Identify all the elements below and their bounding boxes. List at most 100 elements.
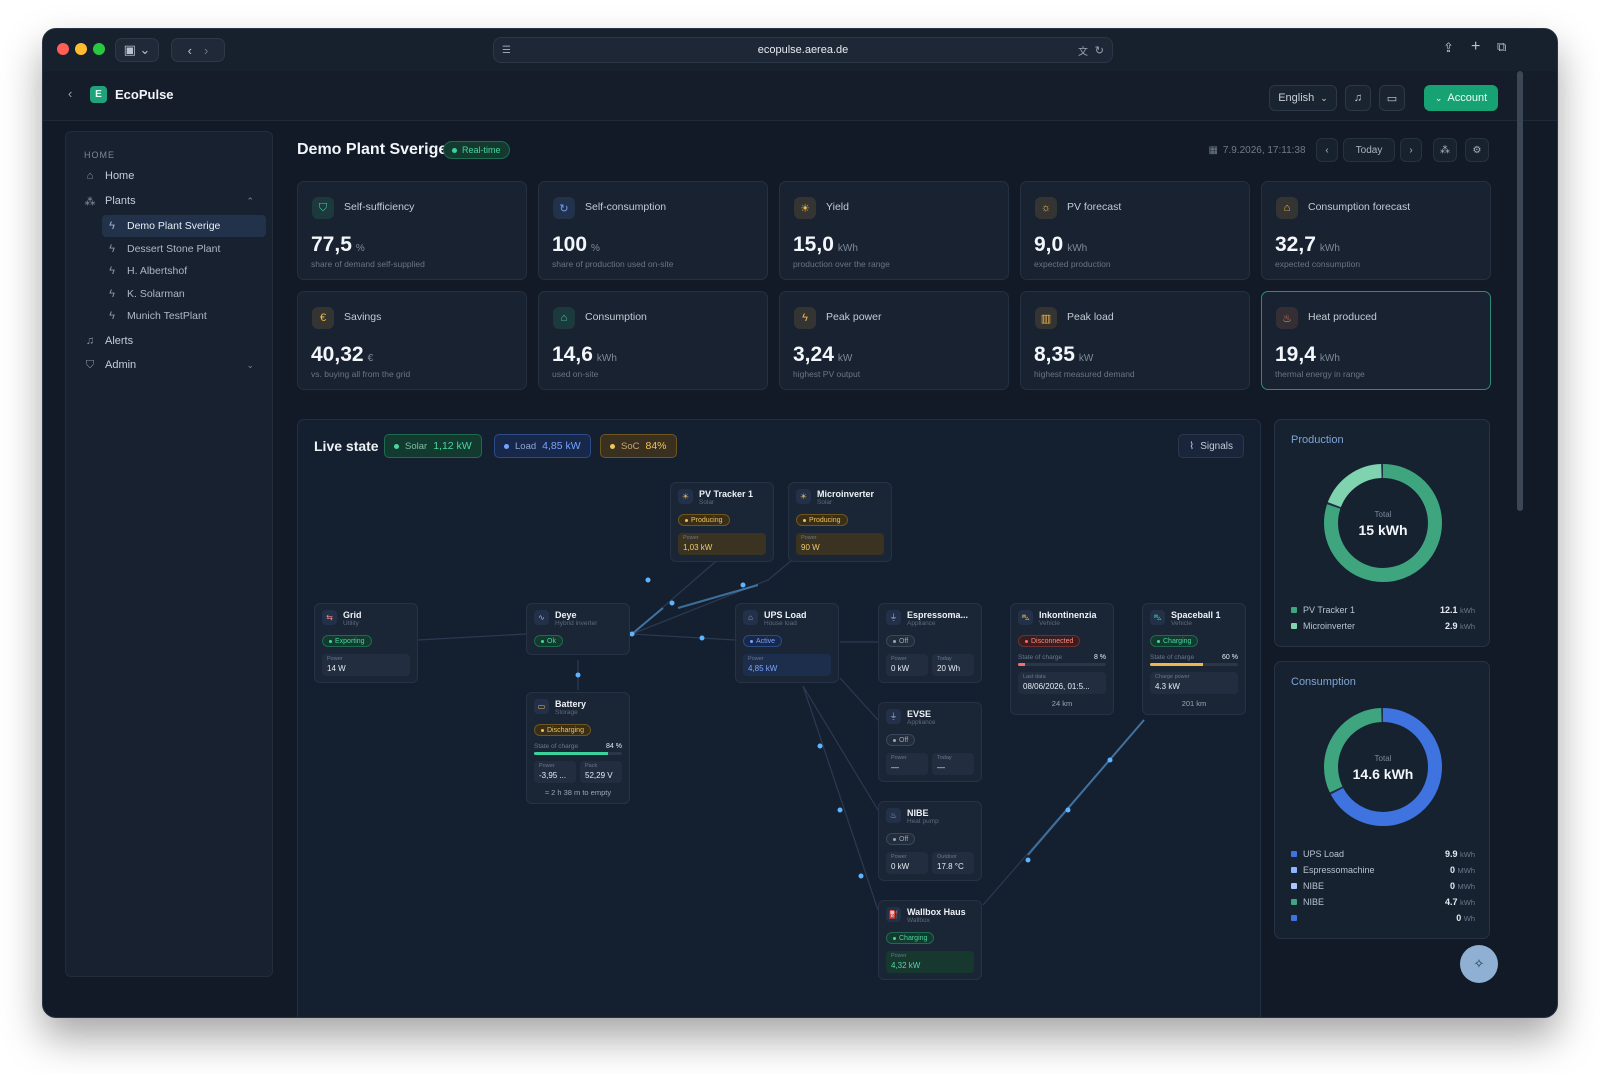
sidebar-toggle-button[interactable]: ▣ ⌄	[115, 38, 159, 62]
today-button[interactable]: Today	[1343, 138, 1395, 162]
node-deye[interactable]: ∿ Deye Hybrid inverter Ok	[526, 603, 630, 655]
back-icon[interactable]: ‹	[188, 43, 192, 58]
notifications-button[interactable]: ♫	[1345, 85, 1371, 111]
legend-unit: MWh	[1457, 866, 1476, 875]
kpi-value-row: 14,6 kWh	[552, 343, 617, 367]
refresh-icon: ↻	[553, 197, 575, 219]
sidebar-plant-dessert-stone-plant[interactable]: ϟ Dessert Stone Plant	[102, 238, 266, 260]
value: 0 kW	[891, 861, 910, 871]
tabs-overview-icon[interactable]: ⧉	[1497, 39, 1506, 55]
new-tab-icon[interactable]: +	[1471, 38, 1480, 56]
node-nibe[interactable]: ♨ NIBE Heat pump Off Power 0 kW Outdoor 17.8…	[878, 801, 982, 881]
house-icon: ⌂	[743, 610, 758, 625]
sidebar-item-alerts[interactable]: ♫ Alerts	[84, 331, 133, 351]
power-value-box: Power 14 W	[322, 653, 410, 676]
kpi-subtitle: highest measured demand	[1034, 369, 1135, 379]
settings-button[interactable]: ⚙	[1465, 138, 1489, 162]
flow-line-grid-deye	[417, 633, 527, 641]
node-wallbox-haus[interactable]: ⛽ Wallbox Haus Wallbox Charging Power 4,32 …	[878, 900, 982, 980]
node-microinverter[interactable]: ☀ Microinverter Solar Producing Power 90 W	[788, 482, 892, 562]
kpi-value-row: 8,35 kW	[1034, 343, 1093, 367]
sun-icon: ☀	[796, 489, 811, 504]
brand[interactable]: E EcoPulse	[90, 86, 174, 103]
sidebar-icon: ▣ ⌄	[123, 42, 151, 57]
account-button[interactable]: ⌄ Account	[1424, 85, 1498, 111]
battery-eta: ≈ 2 h 38 m to empty	[544, 787, 612, 797]
node-espressomachine[interactable]: ⏚ Espressoma... Appliance Off Power 0 kW To…	[878, 603, 982, 683]
soc-value: 8 %	[1093, 653, 1106, 661]
bolt-icon: ϟ	[109, 310, 115, 322]
value-label: Power	[539, 762, 555, 769]
kpi-unit: kWh	[1319, 353, 1340, 364]
legend-swatch	[1291, 623, 1297, 629]
scrollbar[interactable]	[1517, 71, 1523, 511]
sidebar-plant-demo-plant-sverige[interactable]: ϟ Demo Plant Sverige	[102, 215, 266, 237]
page-settings-icon[interactable]: ☰	[502, 45, 511, 56]
topology-button[interactable]: ⁂	[1433, 138, 1457, 162]
node-evse[interactable]: ⏚ EVSE Appliance Off Power — Today —	[878, 702, 982, 782]
sidebar-item-home[interactable]: ⌂ Home	[84, 166, 135, 186]
language-select[interactable]: English ⌄	[1269, 85, 1337, 111]
sidebar-item-plants[interactable]: ⁂ Plants ⌃	[84, 191, 255, 211]
legend-item: UPS Load 9.9 kWh	[1291, 849, 1475, 859]
kpi-card[interactable]: ⛉ Self-sufficiency 77,5% share of demand se…	[297, 181, 527, 280]
kpi-card[interactable]: ϟ Peak power 3,24 kW highest PV output	[779, 291, 1009, 390]
node-type: House load	[764, 620, 797, 627]
kpi-card[interactable]: ☼ PV forecast 9,0 kWh expected production	[1020, 181, 1250, 280]
kpi-value-row: 77,5%	[311, 233, 365, 257]
flow-highlight-pv1	[631, 607, 664, 635]
translate-icon[interactable]: 文	[1078, 43, 1088, 58]
power-value-box: Charge power 4.3 kW	[1150, 671, 1238, 694]
sidebar-item-label: Admin	[105, 359, 137, 371]
sidebar-item-label: Alerts	[105, 335, 134, 347]
node-battery[interactable]: ▭ Battery Storage Discharging State of cha…	[526, 692, 630, 804]
legend-swatch	[1291, 607, 1297, 613]
consumption-total-label: Total	[1374, 754, 1392, 763]
app-name: EcoPulse	[115, 87, 174, 102]
back-icon[interactable]: ‹	[68, 86, 72, 101]
kpi-card[interactable]: € Savings 40,32 € vs. buying all from the gr…	[297, 291, 527, 390]
minimize-window-button[interactable]	[75, 43, 87, 55]
node-spaceball-1[interactable]: ⛍ Spaceball 1 Vehicle Charging State of ch…	[1142, 603, 1246, 715]
sidebar-plant-munich-testplant[interactable]: ϟ Munich TestPlant	[102, 305, 266, 327]
kpi-card[interactable]: ▥ Peak load 8,35 kW highest measured demand	[1020, 291, 1250, 390]
datetime-display[interactable]: ▦ 7.9.2026, 17:11:38	[1201, 138, 1313, 162]
kpi-card[interactable]: ⌂ Consumption 14,6 kWh used on-site	[538, 291, 768, 390]
legend-unit: MWh	[1457, 882, 1476, 891]
legend-swatch	[1291, 899, 1297, 905]
close-window-button[interactable]	[57, 43, 69, 55]
node-pv-tracker-1[interactable]: ☀ PV Tracker 1 Solar Producing Power 1,03 k…	[670, 482, 774, 562]
consumption-panel: Consumption Total 14.6 kWh UPS Load 9.9 k…	[1274, 661, 1490, 939]
kpi-subtitle: vs. buying all from the grid	[311, 369, 411, 379]
sidebar-plant-h-albertshof[interactable]: ϟ H. Albertshof	[102, 260, 266, 282]
sidebar-item-admin[interactable]: ⛉ Admin ⌄	[84, 355, 254, 375]
forward-icon[interactable]: ›	[204, 43, 208, 58]
prev-day-button[interactable]: ‹	[1316, 138, 1338, 162]
euro-icon: €	[312, 307, 334, 329]
share-icon[interactable]: ⇪	[1443, 40, 1454, 56]
node-ups-load[interactable]: ⌂ UPS Load House load Active Power 4,85 kW	[735, 603, 839, 683]
sidebar-item-label: Plants	[105, 195, 136, 207]
kpi-subtitle: production over the range	[793, 259, 890, 269]
plants-icon: ⁂	[84, 195, 96, 208]
flow-dot	[669, 600, 675, 606]
maximize-window-button[interactable]	[93, 43, 105, 55]
value: -3,95 ...	[539, 770, 567, 780]
kpi-card[interactable]: ☀ Yield 15,0 kWh production over the range	[779, 181, 1009, 280]
node-grid[interactable]: ⇆ Grid Utility Exporting Power 14 W	[314, 603, 418, 683]
node-inkontinenzia[interactable]: ⛍ Inkontinenzia Vehicle Disconnected State…	[1010, 603, 1114, 715]
kpi-card[interactable]: ⌂ Consumption forecast 32,7 kWh expected con…	[1261, 181, 1491, 280]
sidebar-item-label: Munich TestPlant	[127, 310, 207, 322]
kpi-card[interactable]: ↻ Self-consumption 100% share of production…	[538, 181, 768, 280]
reload-icon[interactable]: ↻	[1095, 44, 1104, 57]
kpi-card[interactable]: ♨ Heat produced 19,4 kWh thermal energy in r…	[1261, 291, 1491, 390]
next-day-button[interactable]: ›	[1400, 138, 1422, 162]
status-badge: Exporting	[322, 635, 372, 647]
address-bar[interactable]: ☰ ecopulse.aerea.de 文 ↻	[493, 37, 1113, 63]
power-value-box: Power 1,03 kW	[678, 532, 766, 555]
value: 17.8 °C	[937, 861, 964, 871]
display-button[interactable]: ▭	[1379, 85, 1405, 111]
assistant-fab[interactable]: ✧	[1460, 945, 1498, 983]
sidebar-plant-k-solarman[interactable]: ϟ K. Solarman	[102, 283, 266, 305]
legend-value: 12.1	[1439, 605, 1458, 615]
